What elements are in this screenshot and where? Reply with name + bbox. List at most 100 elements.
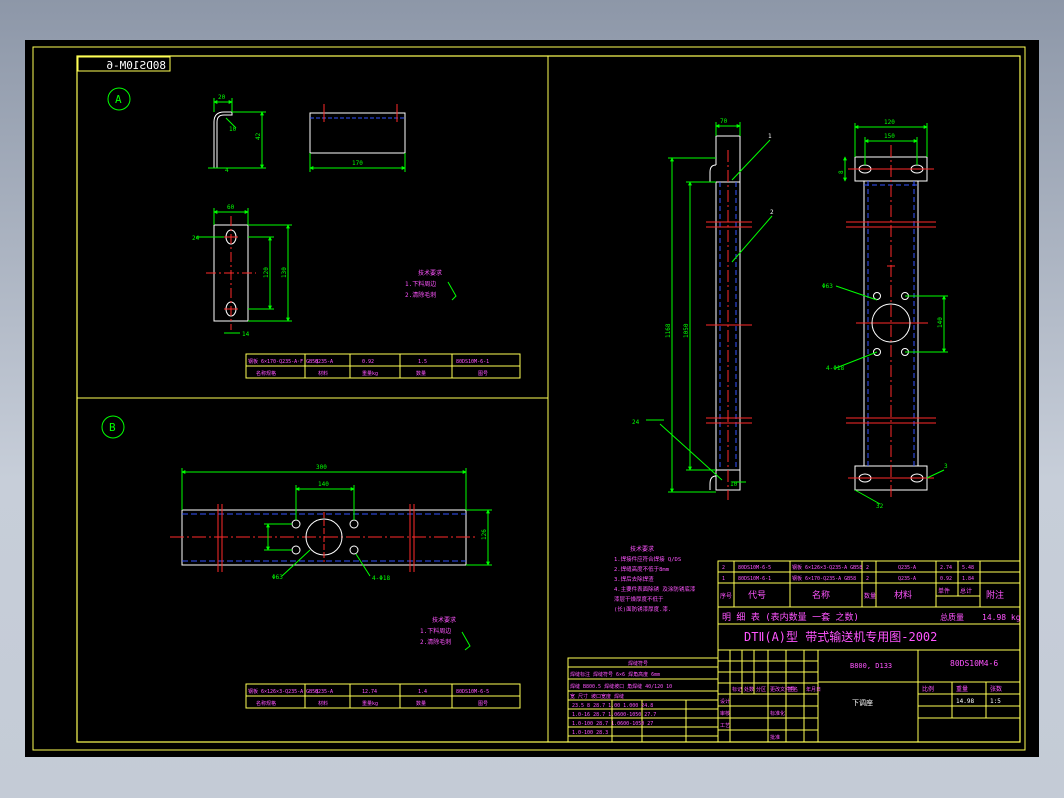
title-drawing-no: 80DS10M4-6 bbox=[950, 659, 998, 668]
bom-r2-total: 1.84 bbox=[962, 576, 974, 582]
bom-r2-name: 钢板 6×170-Q235-A GB58 bbox=[792, 575, 856, 582]
dim-a-4: 4 bbox=[225, 167, 229, 174]
drawing-sheet[interactable]: 80DS10M-6 A B 20 10 42 4 170 60 120 130 … bbox=[25, 40, 1039, 757]
dim-main-weld: 24 bbox=[632, 419, 640, 426]
dim-a-120: 120 bbox=[263, 267, 270, 278]
dim-a-60: 60 bbox=[227, 204, 235, 211]
weld-line-0: 焊缝标注 焊缝符号 6×6 焊角高度 6mm bbox=[570, 671, 660, 678]
leader-1: 1 bbox=[768, 133, 772, 140]
tech-req-3: 3.焊后去除焊渣 bbox=[614, 575, 654, 583]
tech-requirements: 技术要求 1.焊接件应符合焊接 Q/DS 2.焊缝高度不低于8mm 3.焊后去除… bbox=[614, 545, 696, 613]
bom-r1-code: 80DS10M-6-5 bbox=[738, 565, 771, 571]
title-spec: B800, D133 bbox=[850, 662, 892, 670]
bom-r2-mat: Q235-A bbox=[898, 576, 916, 582]
bom-r2-qty: 2 bbox=[866, 576, 869, 582]
bom-h-no: 序号 bbox=[720, 592, 732, 600]
bom-h-note: 附注 bbox=[986, 589, 1004, 601]
dim-b-140: 140 bbox=[318, 481, 329, 488]
view-b-note-title: 技术要求 bbox=[432, 616, 456, 624]
tech-req-2: 2.焊缝高度不低于8mm bbox=[614, 565, 670, 573]
weld-line-4: 1.0-16 28.7 1.0600-1050 27.7 bbox=[572, 712, 656, 718]
weld-line-3: 23.5 8 28.7 1.00 1.000 24.8 bbox=[572, 703, 653, 709]
title-scale-label: 比例 bbox=[922, 685, 934, 693]
vb-row2-c5: 图号 bbox=[478, 701, 488, 707]
dim-b-phi63: Φ63 bbox=[272, 574, 283, 581]
dim-front-phi63: Φ63 bbox=[822, 283, 833, 290]
va-row1-c3: 0.92 bbox=[362, 359, 374, 365]
view-a-notes: 技术要求 1.下料周边 2.清除毛刺 bbox=[405, 269, 457, 301]
weld-line-6: 1.0-100 28.3 bbox=[572, 730, 608, 736]
bom-r2-code: 80DS10M-6-1 bbox=[738, 576, 771, 582]
tech-req-1: 1.焊接件应符合焊接 Q/DS bbox=[614, 555, 681, 563]
vb-row2-c4: 数量 bbox=[416, 700, 426, 707]
view-a-note-title: 技术要求 bbox=[418, 269, 442, 277]
bom-r1-unit: 2.74 bbox=[940, 565, 952, 571]
va-row1-c2: Q235-A bbox=[315, 359, 333, 365]
bom-h-code: 代号 bbox=[748, 590, 766, 601]
weld-line-5: 1.0-100 28.7 1.0600-1050 27 bbox=[572, 721, 653, 727]
bom-h-total: 总计 bbox=[960, 587, 972, 595]
va-row2-c2: 材料 bbox=[318, 370, 328, 377]
tech-req-title: 技术要求 bbox=[630, 545, 654, 553]
main-title: DTⅡ(A)型 带式输送机专用图-2002 bbox=[744, 629, 937, 644]
title-row-label-8: 工艺 bbox=[720, 723, 730, 729]
title-row-label-10: 批准 bbox=[770, 734, 780, 741]
va-row1-c4: 1.5 bbox=[418, 359, 427, 365]
title-scale-value: 1:5 bbox=[990, 698, 1001, 705]
title-row-label-4: 签名 bbox=[788, 686, 798, 693]
dim-main-r10: 10 bbox=[730, 481, 738, 488]
vb-row1-c4: 1.4 bbox=[418, 689, 427, 695]
bom-r1-total: 5.48 bbox=[962, 565, 974, 571]
dim-a-14: 14 bbox=[242, 331, 250, 338]
bom-r1-qty: 2 bbox=[866, 565, 869, 571]
view-a-plate-front[interactable] bbox=[196, 208, 292, 334]
view-b-plate[interactable] bbox=[170, 468, 492, 577]
vb-row2-c1: 名称规格 bbox=[256, 700, 276, 707]
drawing-canvas[interactable]: 80DS10M-6 A B 20 10 42 4 170 60 120 130 … bbox=[25, 40, 1039, 757]
bom-h-name: 名称 bbox=[812, 589, 830, 601]
dim-b-300: 300 bbox=[316, 464, 327, 471]
view-a-note-1: 1.下料周边 bbox=[405, 280, 436, 288]
cad-viewport[interactable]: 80DS10M-6 A B 20 10 42 4 170 60 120 130 … bbox=[0, 0, 1064, 798]
dim-front-120: 120 bbox=[884, 119, 895, 126]
dim-a-130: 130 bbox=[281, 267, 288, 278]
dim-front-32: 32 bbox=[876, 503, 884, 510]
view-a-note-2: 2.清除毛刺 bbox=[405, 291, 436, 299]
dim-front-3: 3 bbox=[944, 463, 948, 470]
bom-summary: 明 细 表 (表内数量 一套 之数) bbox=[722, 611, 859, 623]
bom-h-unit: 单件 bbox=[938, 587, 950, 595]
view-b-note-1: 1.下料周边 bbox=[420, 627, 451, 635]
bom-r2-no: 1 bbox=[722, 576, 725, 582]
bom-h-qty: 数量 bbox=[864, 592, 876, 600]
vb-row1-c5: 80DS10M-6-5 bbox=[456, 689, 489, 695]
view-b-notes: 技术要求 1.下料周边 2.清除毛刺 bbox=[420, 616, 471, 651]
weld-line-1: 焊缝 B800.5 焊缝坡口 角焊缝 40/120 10 bbox=[570, 683, 672, 690]
va-row1-c5: 80DS10M-6-1 bbox=[456, 359, 489, 365]
dim-a-170: 170 bbox=[352, 160, 363, 167]
vb-row1-c1: 钢板 6×126×3-Q235-A GB58 bbox=[248, 688, 318, 695]
bom-total-value: 14.98 kg bbox=[982, 613, 1021, 622]
vb-row1-c3: 12.74 bbox=[362, 689, 377, 695]
bom-r1-mat: Q235-A bbox=[898, 565, 916, 571]
bom-r2-unit: 0.92 bbox=[940, 576, 952, 582]
dim-front-140: 140 bbox=[937, 317, 944, 328]
va-row2-c5: 图号 bbox=[478, 371, 488, 377]
dim-b-126: 126 bbox=[481, 529, 488, 540]
dim-a-r10: 10 bbox=[229, 126, 237, 133]
va-row1-c1: 钢板 6×170-Q235-A·F GB58 bbox=[248, 358, 318, 365]
va-row2-c4: 数量 bbox=[416, 370, 426, 377]
title-part-name: 下调座 bbox=[852, 698, 873, 707]
main-side-view[interactable] bbox=[646, 122, 773, 500]
dim-main-1168: 1168 bbox=[665, 323, 672, 338]
dim-front-holes: 4-Φ18 bbox=[826, 365, 844, 372]
title-row-label-1: 处数 bbox=[744, 686, 754, 693]
tech-req-6: (长)面防锈漆厚度.漆. bbox=[614, 605, 671, 613]
dim-b-holes: 4-Φ18 bbox=[372, 575, 390, 582]
weld-line-2: 宽 尺寸 坡口宽度 焊缝 bbox=[570, 693, 624, 700]
bom-total-label: 总质量 bbox=[940, 612, 964, 622]
main-front-view[interactable] bbox=[835, 123, 948, 505]
view-a-label: A bbox=[115, 93, 122, 106]
dim-front-150: 150 bbox=[884, 133, 895, 140]
dim-main-1050: 1050 bbox=[683, 323, 690, 338]
dim-front-8: 8 bbox=[838, 170, 845, 174]
